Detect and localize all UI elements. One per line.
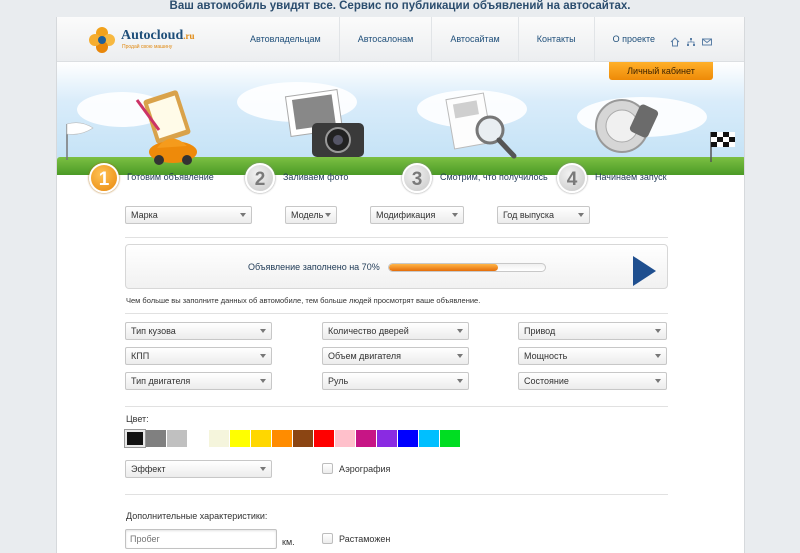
chevron-down-icon: [578, 213, 584, 217]
chevron-down-icon: [655, 329, 661, 333]
drive-select[interactable]: Привод: [518, 322, 667, 340]
color-swatch[interactable]: [398, 430, 418, 447]
chevron-down-icon: [655, 379, 661, 383]
color-palette: [124, 429, 461, 448]
step-2-label: Заливаем фото: [283, 172, 349, 182]
mileage-unit: км.: [282, 537, 295, 547]
transmission-select[interactable]: КПП: [125, 347, 272, 365]
color-swatch[interactable]: [335, 430, 355, 447]
logo[interactable]: Autocloud.ru Продай свою машину: [87, 23, 197, 57]
color-swatch[interactable]: [167, 430, 187, 447]
main-nav: Автовладельцам Автосалонам Автосайтам Ко…: [234, 17, 673, 62]
progress-fill: [389, 264, 499, 271]
document-magnifier-icon: [445, 92, 517, 159]
progress-panel: Объявление заполнено на 70%: [125, 244, 668, 289]
chevron-down-icon: [457, 329, 463, 333]
customs-option[interactable]: Растаможен: [322, 533, 390, 544]
color-swatch[interactable]: [377, 430, 397, 447]
chevron-down-icon: [260, 354, 266, 358]
cabinet-button[interactable]: Личный кабинет: [609, 62, 713, 80]
model-select[interactable]: Модель: [285, 206, 337, 224]
color-swatch[interactable]: [146, 430, 166, 447]
color-swatch[interactable]: [272, 430, 292, 447]
start-flag-icon: [66, 122, 94, 160]
color-swatch[interactable]: [293, 430, 313, 447]
chevron-down-icon: [260, 467, 266, 471]
power-select[interactable]: Мощность: [518, 347, 667, 365]
chevron-down-icon: [260, 379, 266, 383]
condition-select[interactable]: Состояние: [518, 372, 667, 390]
step-1-number: 1: [89, 163, 119, 193]
logo-tagline: Продай свою машину: [122, 44, 173, 50]
color-swatch[interactable]: [209, 430, 229, 447]
customs-checkbox[interactable]: [322, 533, 333, 544]
step-4-label: Начинаем запуск: [595, 172, 667, 182]
chevron-down-icon: [457, 379, 463, 383]
divider: [125, 313, 668, 314]
nav-item-sites[interactable]: Автосайтам: [431, 17, 517, 62]
year-select[interactable]: Год выпуска: [497, 206, 590, 224]
color-swatch[interactable]: [314, 430, 334, 447]
clipboard-car-icon: [135, 90, 197, 165]
top-banner: Ваш автомобиль увидят все. Сервис по пуб…: [169, 0, 631, 12]
color-swatch[interactable]: [124, 429, 146, 448]
step-4-number: 4: [557, 163, 587, 193]
color-swatch[interactable]: [419, 430, 439, 447]
mail-icon[interactable]: [702, 34, 712, 46]
chevron-down-icon: [452, 213, 458, 217]
home-icon[interactable]: [670, 34, 680, 47]
color-swatch[interactable]: [188, 430, 208, 447]
step-3-label: Смотрим, что получилось: [440, 172, 548, 182]
effect-select[interactable]: Эффект: [125, 460, 272, 478]
color-swatch[interactable]: [230, 430, 250, 447]
mileage-input[interactable]: [125, 529, 277, 549]
sitemap-icon[interactable]: [686, 34, 696, 46]
divider: [125, 406, 668, 407]
engine-volume-select[interactable]: Объем двигателя: [322, 347, 469, 365]
chevron-down-icon: [655, 354, 661, 358]
camera-photos-icon: [284, 89, 364, 157]
nav-item-about[interactable]: О проекте: [593, 17, 673, 62]
ignition-key-icon: [595, 99, 659, 153]
divider: [125, 237, 668, 238]
logo-name: Autocloud.ru: [121, 28, 195, 43]
color-label: Цвет:: [126, 414, 149, 424]
hint-text: Чем больше вы заполните данных об автомо…: [126, 296, 481, 305]
chevron-down-icon: [260, 329, 266, 333]
header-tools: [670, 34, 712, 47]
color-swatch[interactable]: [356, 430, 376, 447]
page-container: Autocloud.ru Продай свою машину Автовлад…: [56, 17, 745, 553]
step-1-label: Готовим объявление: [127, 172, 214, 182]
chevron-down-icon: [325, 213, 331, 217]
color-swatch[interactable]: [440, 430, 460, 447]
step-2-number: 2: [245, 163, 275, 193]
airbrush-checkbox[interactable]: [322, 463, 333, 474]
wizard-steps: 1 Готовим объявление 2 Заливаем фото 3 С…: [57, 163, 744, 195]
hero-banner: Личный кабинет: [57, 62, 744, 175]
step-3-number: 3: [402, 163, 432, 193]
nav-item-contacts[interactable]: Контакты: [517, 17, 594, 62]
logo-flower-icon: [89, 27, 115, 53]
steering-select[interactable]: Руль: [322, 372, 469, 390]
site-header: Autocloud.ru Продай свою машину Автовлад…: [57, 17, 744, 62]
progress-bar: [388, 263, 546, 272]
extra-characteristics-label: Дополнительные характеристики:: [126, 511, 268, 521]
body-type-select[interactable]: Тип кузова: [125, 322, 272, 340]
doors-select[interactable]: Количество дверей: [322, 322, 469, 340]
airbrush-option[interactable]: Аэрография: [322, 463, 390, 474]
modification-select[interactable]: Модификация: [370, 206, 464, 224]
chevron-down-icon: [240, 213, 246, 217]
finish-flag-icon: [710, 132, 735, 162]
nav-item-dealers[interactable]: Автосалонам: [338, 17, 432, 62]
chevron-down-icon: [457, 354, 463, 358]
engine-type-select[interactable]: Тип двигателя: [125, 372, 272, 390]
make-select[interactable]: Марка: [125, 206, 252, 224]
next-arrow-button[interactable]: [633, 256, 656, 286]
airbrush-label: Аэрография: [339, 463, 391, 474]
customs-label: Растаможен: [339, 533, 391, 544]
nav-item-owners[interactable]: Автовладельцам: [234, 17, 339, 62]
divider: [125, 494, 668, 495]
progress-text: Объявление заполнено на 70%: [248, 262, 380, 272]
color-swatch[interactable]: [251, 430, 271, 447]
